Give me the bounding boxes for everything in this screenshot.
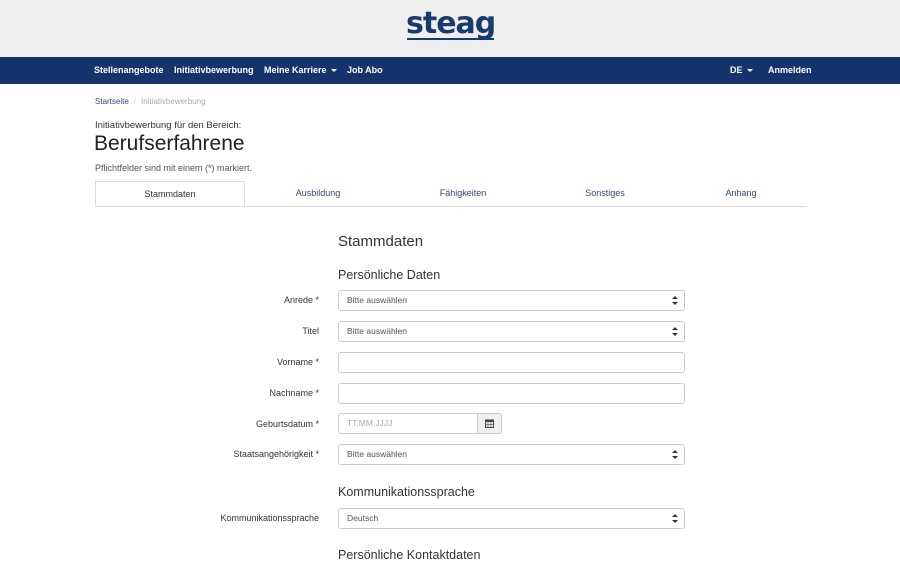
nav-meine-karriere-label: Meine Karriere xyxy=(264,65,327,75)
tab-sonstiges[interactable]: Sonstiges xyxy=(530,181,680,205)
firstname-input[interactable] xyxy=(338,352,685,373)
required-note: Pflichtfelder sind mit einem (*) markier… xyxy=(95,163,253,173)
select-arrows-icon xyxy=(672,514,678,523)
comm-language-heading: Kommunikationssprache xyxy=(338,485,475,499)
comm-language-value: Deutsch xyxy=(347,513,379,523)
salutation-select[interactable]: Bitte auswählen xyxy=(338,290,685,311)
nav-meine-karriere[interactable]: Meine Karriere xyxy=(264,57,337,84)
chevron-down-icon xyxy=(746,69,753,72)
calendar-icon xyxy=(485,419,494,428)
breadcrumb-home[interactable]: Startseite xyxy=(95,97,129,106)
title-value: Bitte auswählen xyxy=(347,326,408,336)
form-tabs: Stammdaten Ausbildung Fähigkeiten Sonsti… xyxy=(95,181,807,207)
title-select[interactable]: Bitte auswählen xyxy=(338,321,685,342)
page-intro: Initiativbewerbung für den Bereich: xyxy=(95,120,242,131)
tab-ausbildung[interactable]: Ausbildung xyxy=(243,181,393,205)
form-heading: Stammdaten xyxy=(338,233,424,250)
main-navbar: Stellenangebote Initiativbewerbung Meine… xyxy=(0,57,900,84)
steag-logo[interactable]: steag xyxy=(406,8,496,40)
comm-language-select[interactable]: Deutsch xyxy=(338,508,685,529)
breadcrumb-separator: / xyxy=(133,97,137,106)
firstname-label: Vorname * xyxy=(276,357,319,367)
nav-stellenangebote[interactable]: Stellenangebote xyxy=(94,57,164,84)
tab-faehigkeiten[interactable]: Fähigkeiten xyxy=(388,181,538,205)
personal-data-heading: Persönliche Daten xyxy=(338,268,441,282)
select-arrows-icon xyxy=(672,296,678,305)
nationality-value: Bitte auswählen xyxy=(347,449,408,459)
nav-initiativbewerbung[interactable]: Initiativbewerbung xyxy=(174,57,254,84)
chevron-down-icon xyxy=(330,69,337,72)
birthdate-input[interactable]: TT.MM.JJJJ xyxy=(338,413,478,434)
salutation-value: Bitte auswählen xyxy=(347,295,408,305)
nationality-select[interactable]: Bitte auswählen xyxy=(338,444,685,465)
login-link[interactable]: Anmelden xyxy=(768,57,812,84)
nationality-label: Staatsangehörigkeit * xyxy=(233,449,319,459)
comm-language-label: Kommunikationssprache xyxy=(220,513,319,523)
birthdate-label: Geburtsdatum * xyxy=(255,419,319,429)
language-selector[interactable]: DE xyxy=(730,57,753,84)
contact-data-heading: Persönliche Kontaktdaten xyxy=(338,548,481,562)
breadcrumb-current: Initiativbewerbung xyxy=(141,97,206,106)
calendar-button[interactable] xyxy=(477,413,502,434)
select-arrows-icon xyxy=(672,450,678,459)
logo-underline xyxy=(407,38,494,40)
language-label: DE xyxy=(730,65,743,75)
tab-stammdaten[interactable]: Stammdaten xyxy=(95,181,245,206)
lastname-input[interactable] xyxy=(338,383,685,404)
page-title: Berufserfahrene xyxy=(94,132,245,155)
lastname-label: Nachname * xyxy=(269,388,319,398)
select-arrows-icon xyxy=(672,327,678,336)
breadcrumb: Startseite / Initiativbewerbung xyxy=(95,97,206,106)
salutation-label: Anrede * xyxy=(283,295,319,305)
tab-anhang[interactable]: Anhang xyxy=(666,181,816,205)
title-label: Titel xyxy=(302,326,319,336)
nav-job-abo[interactable]: Job Abo xyxy=(347,57,383,84)
header-bar: steag xyxy=(0,0,900,57)
